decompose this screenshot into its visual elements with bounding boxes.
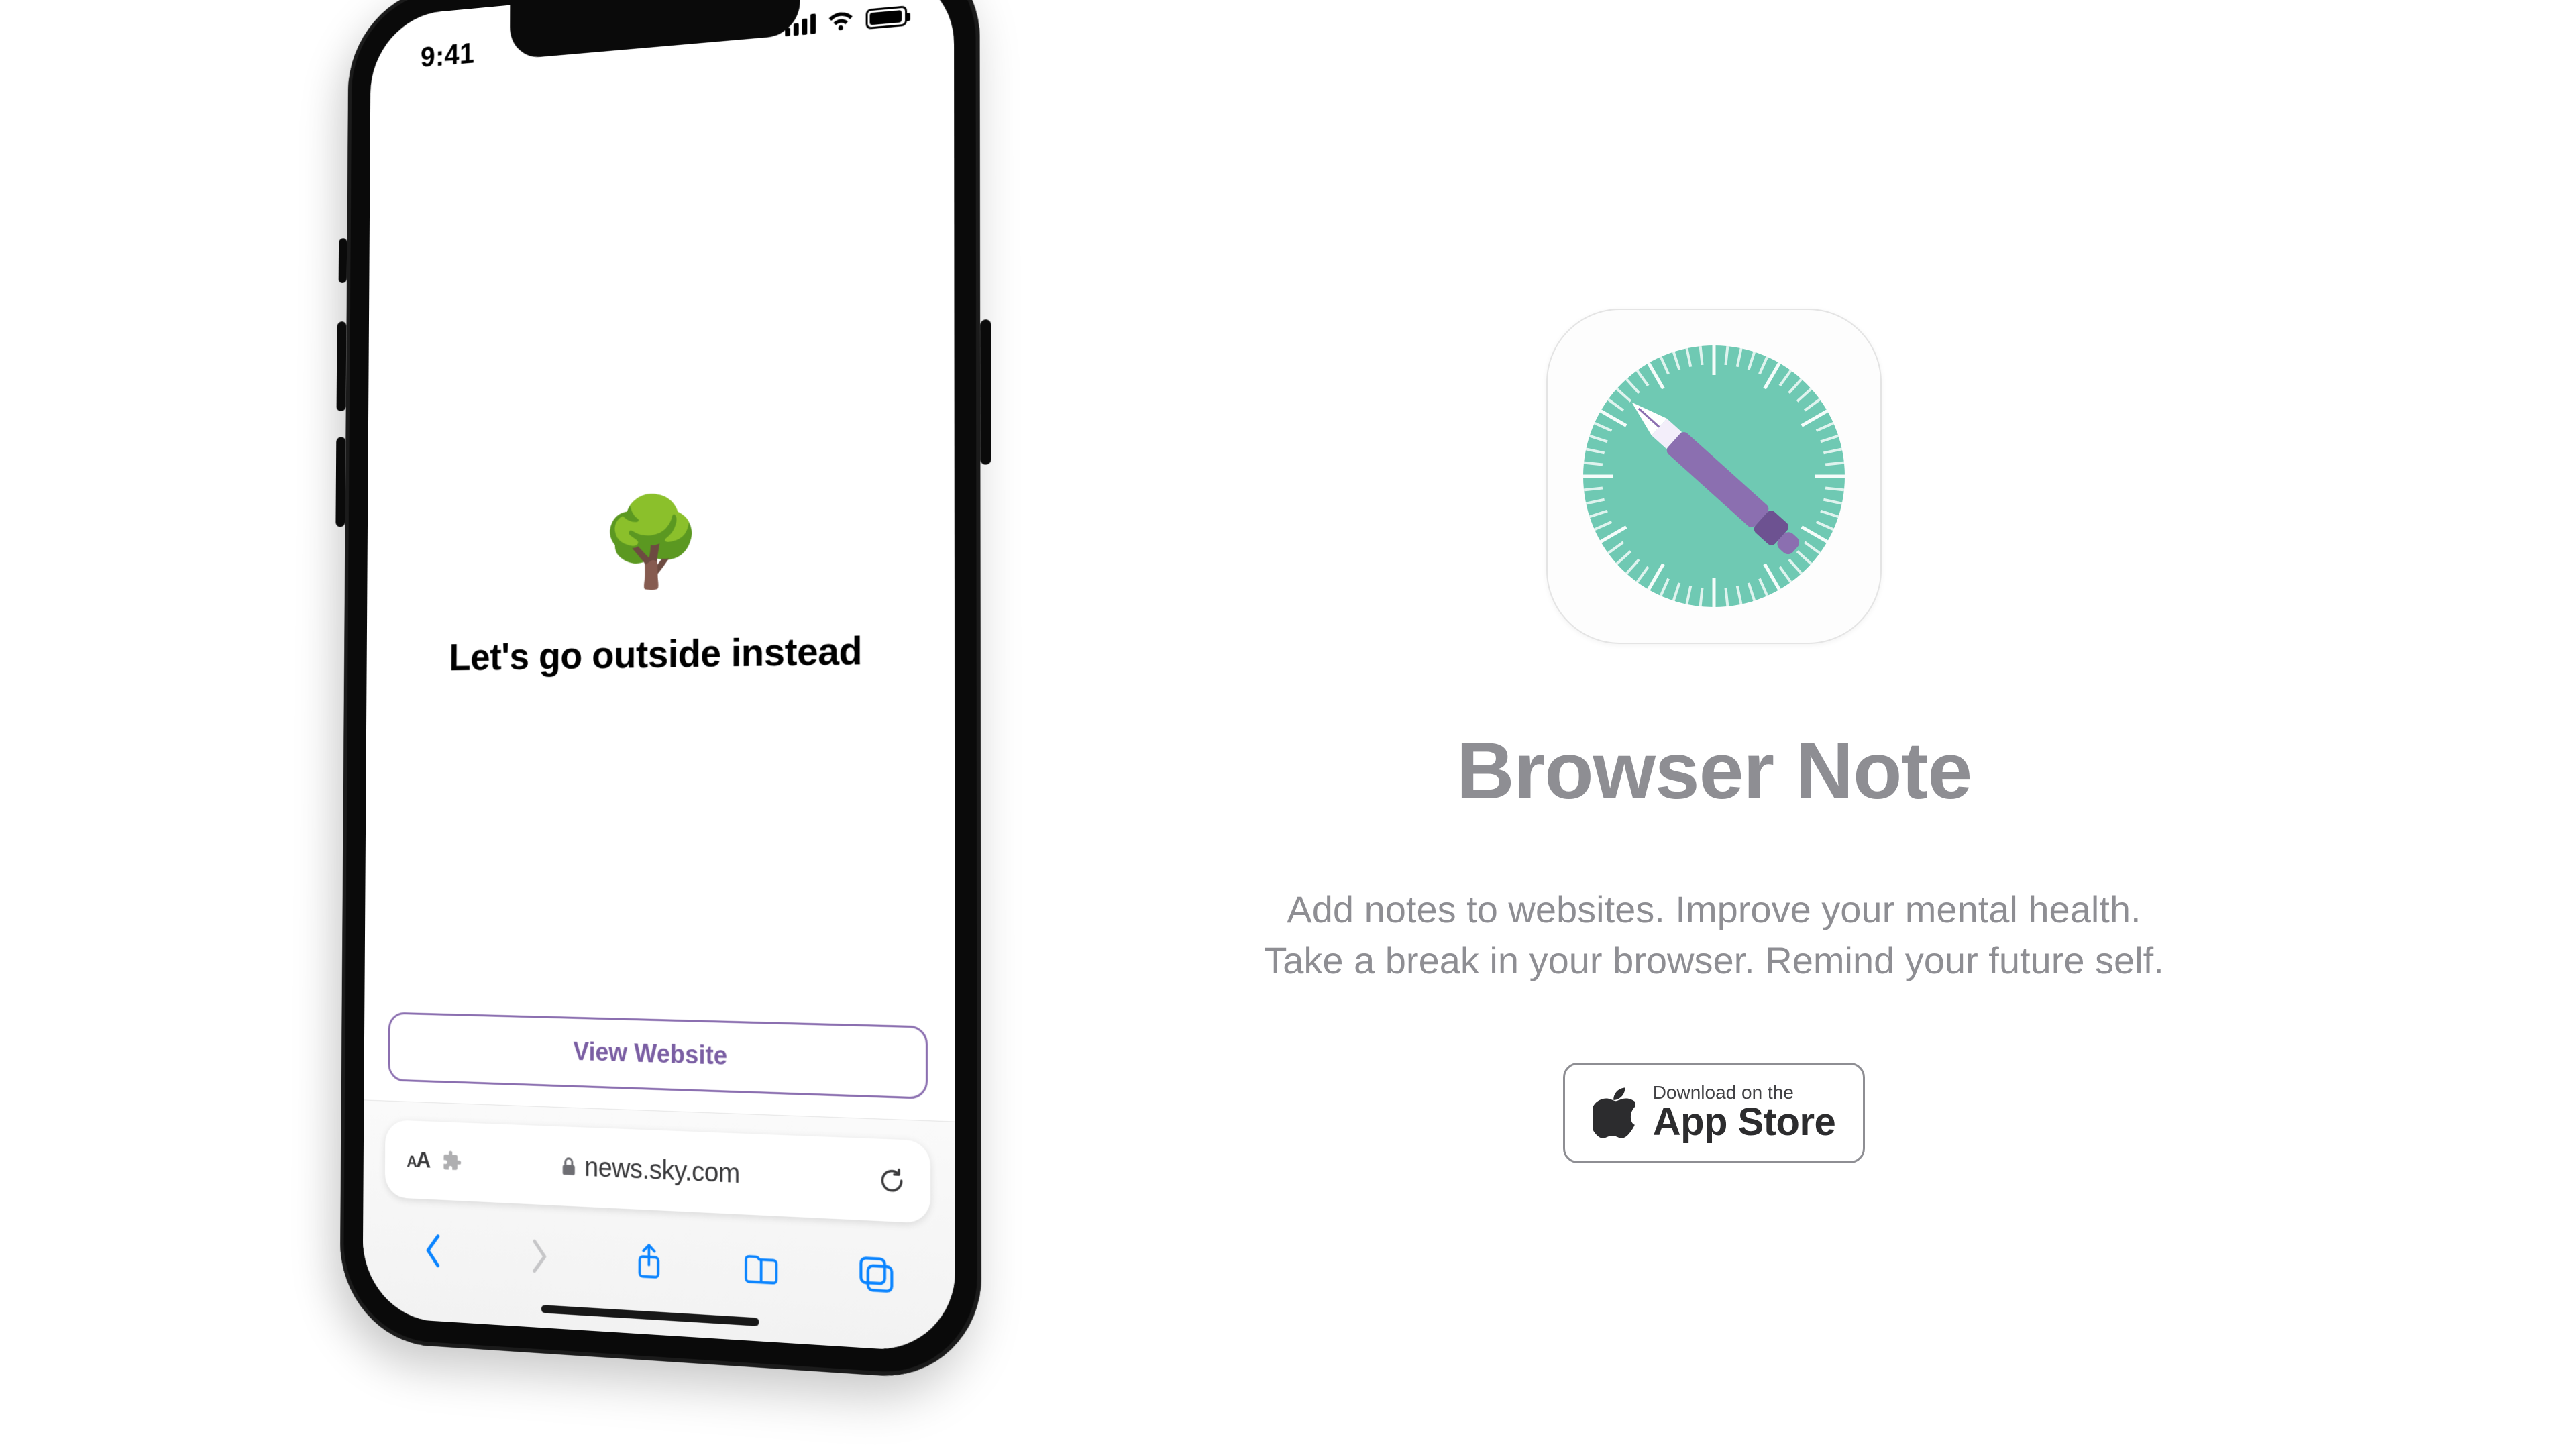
- phone-volume-down: [335, 437, 345, 527]
- phone-mockup: 9:41 🌳 Let's go outside instead View Web…: [315, 0, 1053, 1449]
- status-time: 9:41: [412, 38, 474, 75]
- appstore-badge-text: Download on the App Store: [1653, 1083, 1836, 1143]
- battery-icon: [866, 5, 907, 30]
- reload-icon[interactable]: [877, 1165, 906, 1196]
- tagline-line1: Add notes to websites. Improve your ment…: [1287, 888, 2141, 930]
- tagline-line2: Take a break in your browser. Remind you…: [1264, 939, 2164, 981]
- phone-volume-up: [337, 321, 347, 411]
- appstore-badge-large: App Store: [1653, 1102, 1836, 1143]
- note-overlay: 🌳 Let's go outside instead: [364, 46, 955, 1121]
- appstore-badge-small: Download on the: [1653, 1083, 1794, 1102]
- product-block: Browser Note Add notes to websites. Impr…: [1194, 309, 2234, 1163]
- phone-silence-switch: [339, 238, 347, 283]
- apple-logo-icon: [1593, 1087, 1635, 1138]
- phone-power-button: [980, 319, 991, 465]
- product-tagline: Add notes to websites. Improve your ment…: [1264, 884, 2164, 985]
- app-icon: [1546, 309, 1882, 644]
- tabs-button[interactable]: [857, 1253, 896, 1296]
- product-title: Browser Note: [1456, 724, 1972, 817]
- cellular-signal-icon: [785, 13, 816, 36]
- note-text: Let's go outside instead: [449, 628, 862, 680]
- extensions-icon[interactable]: [442, 1150, 463, 1173]
- back-button[interactable]: [415, 1230, 451, 1271]
- bookmarks-button[interactable]: [742, 1247, 780, 1289]
- reader-aa-icon[interactable]: AA: [407, 1146, 429, 1173]
- tree-icon: 🌳: [600, 496, 703, 586]
- appstore-badge[interactable]: Download on the App Store: [1563, 1063, 1865, 1163]
- lock-icon: [560, 1156, 576, 1177]
- compass-icon: [1583, 345, 1845, 607]
- forward-button: [521, 1236, 557, 1277]
- wifi-icon: [828, 10, 854, 33]
